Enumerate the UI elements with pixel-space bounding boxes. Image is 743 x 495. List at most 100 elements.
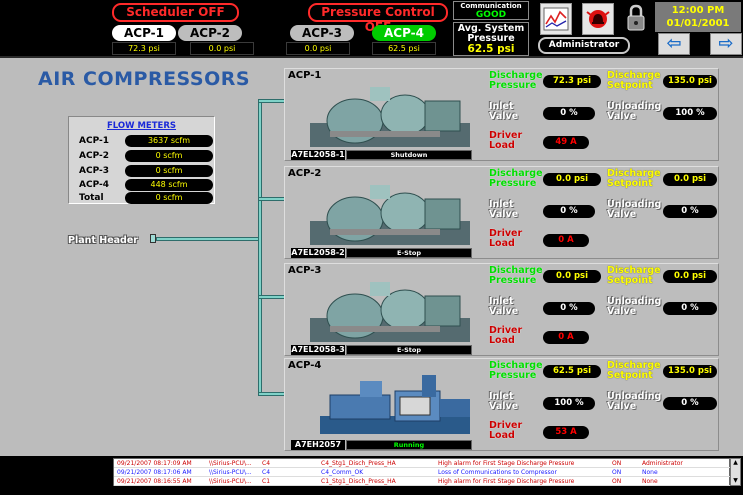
compressor-panel-2[interactable]: ACP-2 A7EL2058-2 E-Stop Discharge Pressure 0… <box>284 166 719 259</box>
discharge-pressure-value: 72.3 psi <box>543 75 601 88</box>
page-title: AIR COMPRESSORS <box>38 68 251 90</box>
unloading-valve-label: Unloading Valve <box>607 199 662 220</box>
discharge-setpoint-value[interactable]: 135.0 psi <box>663 365 717 378</box>
main-area: AIR COMPRESSORS FLOW METERS ACP-1 3637 sc… <box>0 58 743 456</box>
flow-meter-row: ACP-4 448 scfm <box>79 179 214 192</box>
alarm-cell-ack: None <box>642 469 658 476</box>
flow-meters-title[interactable]: FLOW METERS <box>69 121 214 131</box>
unloading-valve-label: Unloading Valve <box>607 391 662 412</box>
alarm-scrollbar[interactable]: ▲ ▼ <box>730 458 741 486</box>
compressor-name: ACP-1 <box>288 70 322 81</box>
clock-date: 01/01/2001 <box>666 18 730 29</box>
scroll-up-icon[interactable]: ▲ <box>731 459 740 467</box>
scroll-down-icon[interactable]: ▼ <box>731 477 740 485</box>
flow-meter-value: 0 scfm <box>125 165 213 177</box>
inlet-valve-value: 100 % <box>543 397 595 410</box>
current-user-button[interactable]: Administrator <box>538 37 630 54</box>
flow-meter-value: 448 scfm <box>125 179 213 191</box>
tab-acp-2[interactable]: ACP-2 <box>178 25 242 41</box>
flow-meter-name: ACP-2 <box>79 151 110 161</box>
compressor-panel-1[interactable]: ACP-1 A7EL2058-1 Shutdown Discharge Pressur… <box>284 68 719 161</box>
main-pipe <box>258 99 262 395</box>
compressor-image <box>320 375 470 434</box>
alarm-cell-unit: C4 <box>262 460 271 467</box>
alarm-row[interactable]: 09/21/2007 08:17:06 AM \\Sirius-PCU\... C4… <box>114 468 731 477</box>
flow-meter-row: ACP-3 0 scfm <box>79 165 214 178</box>
driver-load-label: Driver Load <box>489 325 523 346</box>
compressor-status: Running <box>346 440 472 450</box>
flow-meter-row: ACP-2 0 scfm <box>79 150 214 163</box>
tab-acp-4-pressure: 62.5 psi <box>372 42 436 55</box>
discharge-setpoint-value[interactable]: 135.0 psi <box>663 75 717 88</box>
alarm-cell-state: ON <box>612 460 622 467</box>
discharge-setpoint-value[interactable]: 0.0 psi <box>663 270 717 283</box>
flow-meter-row: ACP-1 3637 scfm <box>79 135 214 148</box>
tab-acp-2-pressure: 0.0 psi <box>190 42 254 55</box>
discharge-pressure-value: 0.0 psi <box>543 173 601 186</box>
plant-header-pipe <box>156 237 260 241</box>
tab-acp-3[interactable]: ACP-3 <box>290 25 354 41</box>
trend-chart-icon[interactable] <box>540 3 572 35</box>
discharge-pressure-label: Discharge Pressure <box>489 168 543 189</box>
compressor-image <box>310 87 470 147</box>
compressor-panel-3[interactable]: ACP-3 A7EL2058-3 E-Stop Discharge Pressure 0… <box>284 263 719 356</box>
driver-load-value: 0 A <box>543 234 589 247</box>
compressor-panel-4[interactable]: ACP-4 A7EH2057 Running Discharge Pressure 62… <box>284 358 719 451</box>
alarm-cell-source: \\Sirius-PCU\... <box>209 478 252 485</box>
clock: 12:00 PM 01/01/2001 <box>655 2 741 32</box>
unloading-valve-value: 0 % <box>663 205 717 218</box>
alarm-cell-unit: C4 <box>262 469 271 476</box>
inlet-valve-label: Inlet Valve <box>489 391 519 412</box>
driver-load-value: 49 A <box>543 136 589 149</box>
flow-meter-value: 0 scfm <box>125 150 213 162</box>
alarm-cell-tag: C1_Stg1_Disch_Press_HA <box>321 478 396 485</box>
alarm-cell-ack: Administrator <box>642 460 683 467</box>
tab-acp-4[interactable]: ACP-4 <box>372 25 436 41</box>
alarm-cell-unit: C1 <box>262 478 271 485</box>
inlet-valve-label: Inlet Valve <box>489 101 519 122</box>
discharge-pressure-value: 0.0 psi <box>543 270 601 283</box>
flow-meter-name: ACP-1 <box>79 136 110 146</box>
alarm-cell-ack: None <box>642 478 658 485</box>
tab-acp-1[interactable]: ACP-1 <box>112 25 176 41</box>
unloading-valve-value: 0 % <box>663 397 717 410</box>
avg-system-pressure-label: Avg. System Pressure <box>457 23 525 44</box>
unloading-valve-label: Unloading Valve <box>607 101 662 122</box>
compressor-status: E-Stop <box>346 345 472 355</box>
compressor-image <box>310 185 470 245</box>
scheduler-status-button[interactable]: Scheduler OFF <box>112 3 239 22</box>
alarm-cell-source: \\Sirius-PCU\... <box>209 469 252 476</box>
flow-meters-panel: FLOW METERS ACP-1 3637 scfm ACP-2 0 scfm A… <box>68 116 215 204</box>
inlet-valve-value: 0 % <box>543 302 595 315</box>
alarm-row[interactable]: 09/21/2007 08:17:09 AM \\Sirius-PCU\... C4… <box>114 459 731 468</box>
inlet-valve-value: 0 % <box>543 205 595 218</box>
discharge-setpoint-label: Discharge Setpoint <box>607 360 661 381</box>
compressor-model: A7EL2058-3 <box>291 345 345 355</box>
discharge-pressure-label: Discharge Pressure <box>489 360 543 381</box>
compressor-name: ACP-3 <box>288 265 322 276</box>
unloading-valve-label: Unloading Valve <box>607 296 662 317</box>
alarm-bell-icon[interactable] <box>582 3 614 35</box>
top-bar: Scheduler OFF Pressure Control OFF ACP-1… <box>0 0 743 58</box>
discharge-pressure-value: 62.5 psi <box>543 365 601 378</box>
inlet-valve-label: Inlet Valve <box>489 199 519 220</box>
forward-arrow-icon[interactable]: ⇨ <box>710 33 742 55</box>
alarm-cell-message: Loss of Communications to Compressor <box>438 469 557 476</box>
tab-acp-1-pressure: 72.3 psi <box>112 42 176 55</box>
discharge-pressure-label: Discharge Pressure <box>489 70 543 91</box>
tab-acp-3-pressure: 0.0 psi <box>286 42 350 55</box>
alarm-cell-source: \\Sirius-PCU\... <box>209 460 252 467</box>
communication-status: Communication GOOD <box>453 1 529 20</box>
alarm-row[interactable]: 09/21/2007 08:16:55 AM \\Sirius-PCU\... C1… <box>114 477 731 486</box>
back-arrow-icon[interactable]: ⇦ <box>658 33 690 55</box>
flow-meter-name: ACP-4 <box>79 180 110 190</box>
pressure-control-status-button[interactable]: Pressure Control OFF <box>308 3 448 34</box>
driver-load-value: 0 A <box>543 331 589 344</box>
avg-system-pressure-value: 62.5 psi <box>467 43 515 55</box>
driver-load-value: 53 A <box>543 426 589 439</box>
alarm-cell-time: 09/21/2007 08:17:06 AM <box>117 469 192 476</box>
compressor-model: A7EH2057 <box>291 440 345 450</box>
lock-icon[interactable] <box>625 3 647 33</box>
alarm-cell-tag: C4_Comm_OK <box>321 469 364 476</box>
discharge-setpoint-value[interactable]: 0.0 psi <box>663 173 717 186</box>
